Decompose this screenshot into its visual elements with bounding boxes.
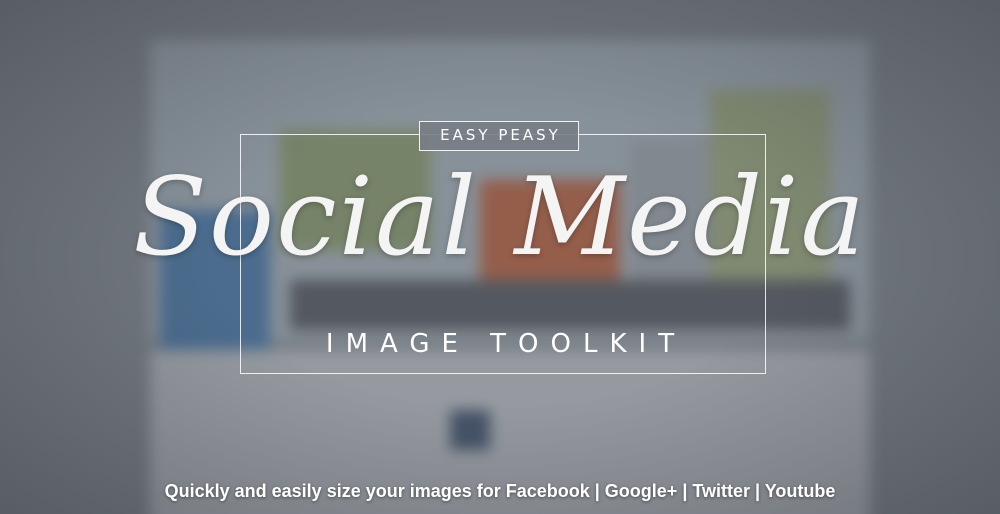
banner-subtitle: IMAGE TOOLKIT (325, 329, 687, 359)
banner-tagline: Quickly and easily size your images for … (164, 481, 836, 501)
banner-title: Social Media (133, 155, 867, 280)
banner-kicker: EASY PEASY (419, 121, 579, 151)
banner-canvas: Social Media EASY PEASY IMAGE TOOLKIT Qu… (0, 0, 1000, 514)
